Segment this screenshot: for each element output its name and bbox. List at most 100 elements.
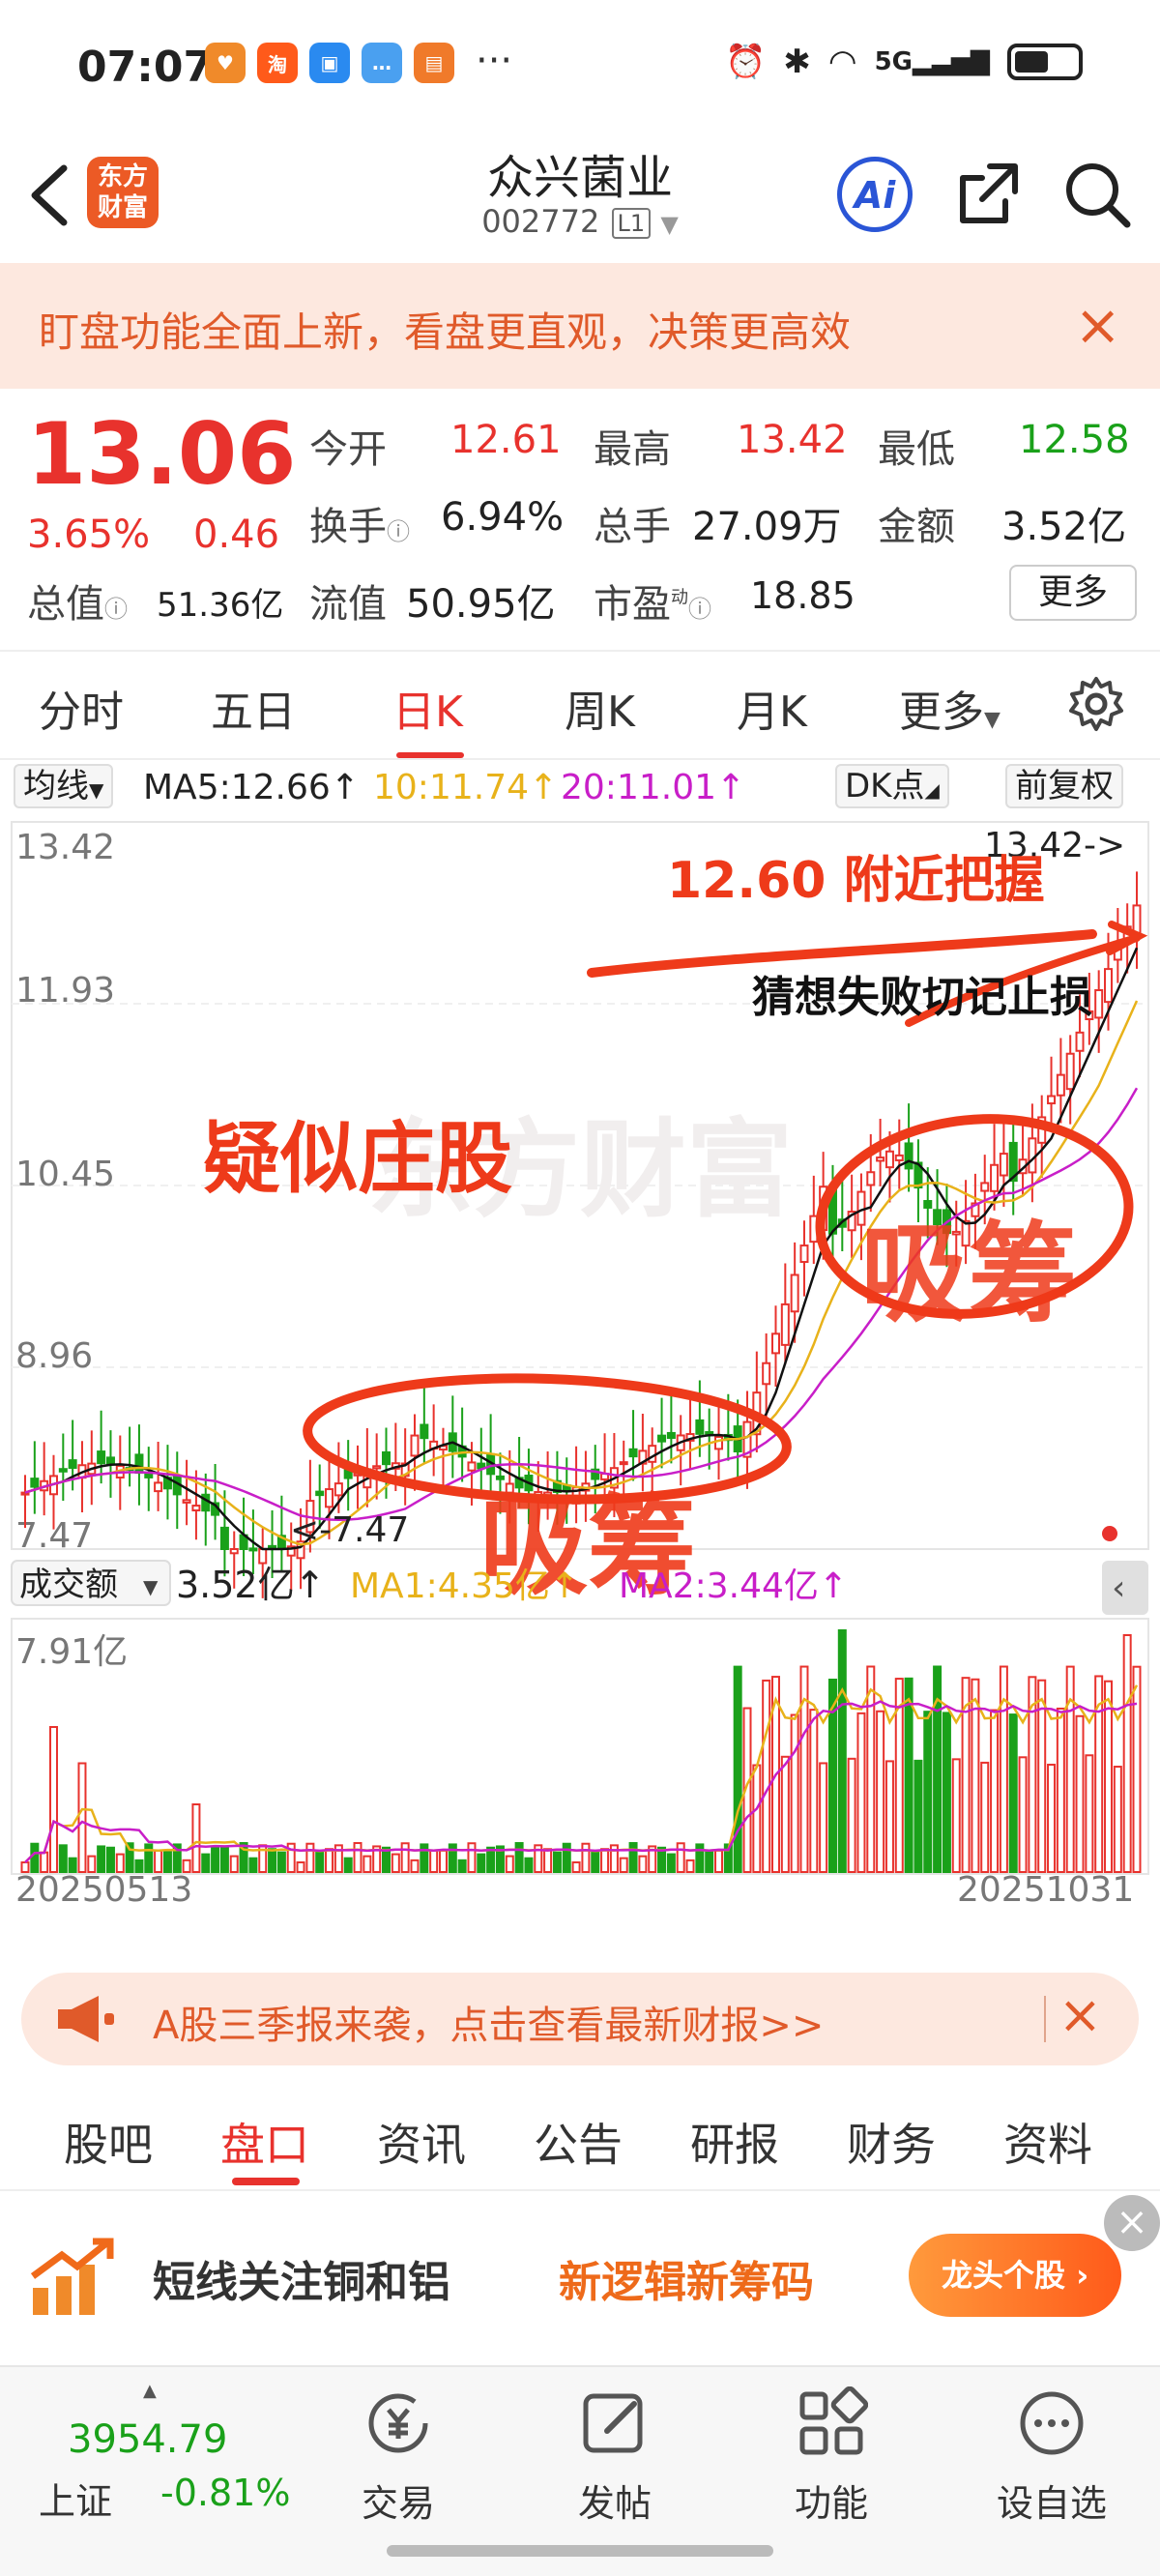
share-icon[interactable] [951,157,1027,232]
tab-five-day[interactable]: 五日 [211,677,296,739]
ai-assistant-icon[interactable]: Ai [837,157,913,232]
tab-pankou[interactable]: 盘口 [220,2110,309,2174]
volume-bar [154,1849,163,1873]
grid-apps-icon [795,2386,869,2460]
volume-bar [248,1857,258,1874]
volume-bar [276,1851,286,1874]
volume-bar [105,1846,115,1874]
volume-bar [1122,1634,1132,1873]
close-icon[interactable]: × [1104,2195,1160,2251]
annotation-grasp: 12.60 附近把握 [667,852,1045,910]
volume-bar [733,1665,742,1873]
annotation-arrow [587,929,1097,978]
volume-bar [191,1803,201,1873]
tab-guba[interactable]: 股吧 [64,2110,153,2174]
volume-bar [847,1757,856,1873]
candle-body [666,1431,676,1440]
chevron-down-icon: ▼ [143,1575,159,1598]
current-price: 13.06 [27,404,297,504]
volume-bar [552,1851,562,1873]
candle-body [495,1475,505,1480]
earnings-banner[interactable]: A股三季报来袭，点击查看最新财报>> × [21,1973,1139,2065]
volume-bar [467,1842,477,1873]
volume-bar [999,1665,1008,1873]
volume-bar [514,1842,524,1874]
candle-body [884,1150,894,1169]
nav-add-watchlist[interactable]: 设自选 [984,2386,1119,2527]
status-app-icons: ♥ 淘 ▣ … ▤ [205,43,454,83]
tab-finance[interactable]: 财务 [847,2110,936,2174]
caret-up-icon: ▲ [143,2381,157,2401]
divider [1044,1996,1046,2042]
volume-bar [144,1843,154,1873]
more-button[interactable]: 更多 [1009,565,1137,621]
candle-body [97,1450,106,1465]
volume-bar [505,1855,514,1873]
volume-bar [866,1665,876,1873]
tab-research[interactable]: 研报 [690,2110,779,2174]
candle-body [410,1434,420,1457]
volume-bar [296,1860,305,1873]
volume-bar [714,1849,724,1874]
tab-monthly-k[interactable]: 月K [737,677,807,739]
promo-ad[interactable]: 短线关注铜和铝 新逻辑新筹码 龙头个股 › × [0,2195,1160,2359]
tab-news[interactable]: 资讯 [377,2110,466,2174]
candle-body [780,1303,790,1346]
nav-trade-label: 交易 [361,2482,435,2525]
adjust-selector[interactable]: 前复权 [1005,764,1123,808]
nav-trade[interactable]: 交易 [331,2386,466,2527]
volume-bar [438,1849,448,1874]
y-tick-label: 10.45 [15,1155,115,1194]
tab-intraday[interactable]: 分时 [39,677,124,739]
volume-bar [1047,1763,1057,1874]
info-icon[interactable]: ⓘ [104,596,128,623]
alarm-icon: ⏰ [725,43,767,81]
nav-functions[interactable]: 功能 [764,2386,899,2527]
back-icon[interactable] [21,157,79,234]
bluetooth-icon: ✱ [783,43,811,81]
dk-point-selector[interactable]: DK点◢ [835,764,949,808]
volume-bar [40,1851,49,1873]
volume-bar [1018,1756,1028,1873]
index-change: -0.81% [160,2472,291,2514]
volume-bar [951,1758,961,1874]
volume-value: 27.09万 [692,505,842,549]
low-value: 12.58 [1019,418,1130,462]
float-value-label: 流值 [309,582,387,627]
close-icon[interactable]: × [1074,292,1121,358]
tab-weekly-k[interactable]: 周K [565,677,635,739]
close-icon[interactable]: × [1058,1984,1102,2045]
candle-body [30,1478,40,1488]
tab-more[interactable]: 更多▼ [899,677,1000,739]
volume-bar [58,1844,68,1874]
volume-bar [581,1842,591,1873]
index-value[interactable]: 3954.79 [68,2417,227,2462]
feature-notice-bar[interactable]: 盯盘功能全面上新，看盘更直观，决策更高效 × [0,263,1160,389]
tab-profile[interactable]: 资料 [1003,2110,1092,2174]
ma-selector[interactable]: 均线▼ [14,764,114,808]
volume-bar [1085,1754,1094,1874]
volume-bar [353,1842,362,1874]
volume-max-label: 7.91亿 [15,1632,128,1672]
banner-text: A股三季报来袭，点击查看最新财报>> [153,2004,825,2048]
tab-daily-k[interactable]: 日K [392,677,463,739]
kline-chart[interactable]: 东方财富 13.42 11.93 10.45 8.96 7.47 13.42->… [0,820,1160,1910]
stock-code-row[interactable]: 002772 L1 ▼ [387,203,773,240]
volume-current: 3.52亿↑ [176,1564,325,1606]
info-icon[interactable]: ⓘ [688,596,711,623]
volume-bar [600,1848,610,1873]
app-bag-icon: ▣ [309,43,350,83]
info-icon[interactable]: ⓘ [387,518,410,545]
volume-bar [990,1709,1000,1874]
settings-gear-icon[interactable] [1067,675,1125,744]
volume-bar [400,1842,410,1874]
volume-bars [20,1629,1142,1874]
tab-announcements[interactable]: 公告 [534,2110,623,2174]
volume-bar [543,1848,553,1874]
ad-cta-button[interactable]: 龙头个股 › [909,2234,1121,2317]
nav-post[interactable]: 发帖 [547,2386,682,2527]
search-icon[interactable] [1059,157,1135,232]
latest-dot [1102,1526,1117,1541]
volume-bar [268,1848,277,1873]
volume-bar [391,1853,400,1874]
